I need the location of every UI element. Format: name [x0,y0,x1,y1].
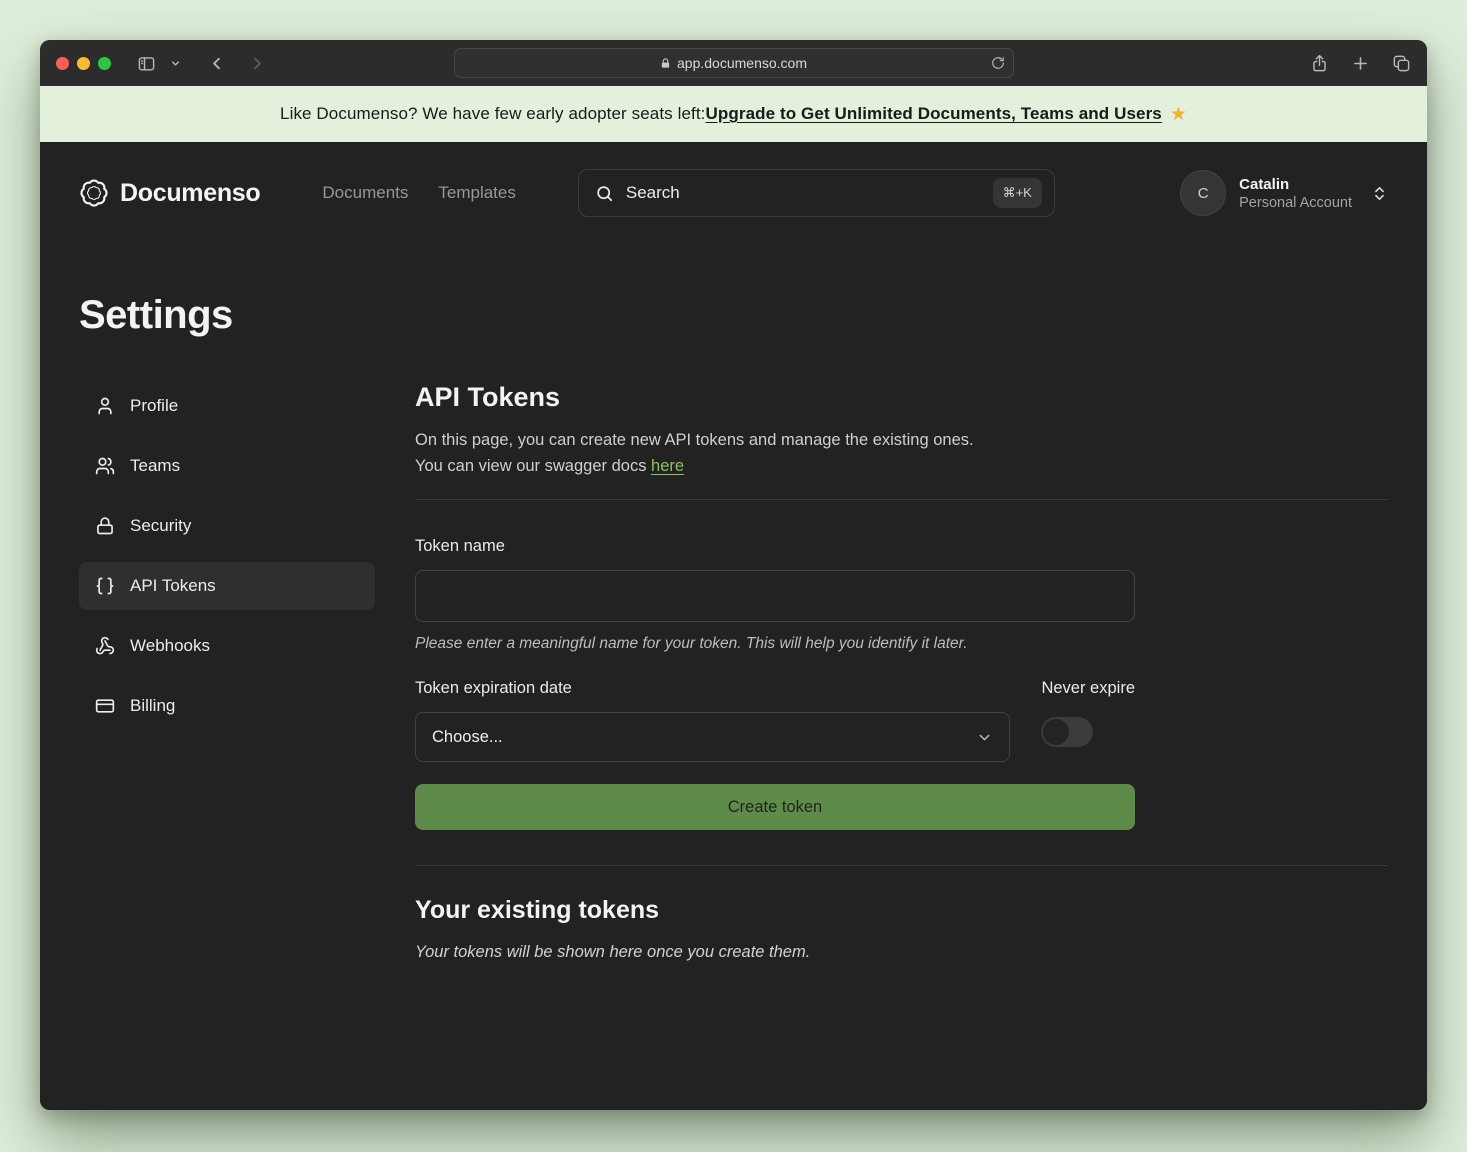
page-title: Settings [79,293,1388,338]
token-name-label: Token name [415,537,1135,556]
sidebar-item-profile[interactable]: Profile [79,382,375,430]
sidebar-item-label: Billing [130,696,175,716]
ssl-lock-icon [660,58,671,69]
nav-documents[interactable]: Documents [322,183,408,203]
new-tab-icon[interactable] [1351,54,1370,73]
expiration-field: Token expiration date Choose... [415,679,1010,762]
app-content: Documenso Documents Templates Search ⌘+K… [40,142,1427,1110]
address-bar[interactable]: app.documenso.com [454,48,1014,78]
toolbar-right-controls [1310,54,1411,73]
section-heading: API Tokens [415,382,1388,413]
divider [415,499,1388,500]
api-tokens-panel: API Tokens On this page, you can create … [415,382,1388,962]
sidebar-item-security[interactable]: Security [79,502,375,550]
users-icon [95,456,115,476]
settings-sidebar: Profile Teams Security [79,382,375,962]
token-name-help: Please enter a meaningful name for your … [415,635,1135,653]
existing-tokens-empty-text: Your tokens will be shown here once you … [415,943,1388,962]
search-shortcut-badge: ⌘+K [993,178,1042,208]
sidebar-item-billing[interactable]: Billing [79,682,375,730]
main-nav: Documents Templates [322,183,515,203]
tab-overview-icon[interactable] [1392,54,1411,73]
zoom-window-button[interactable] [98,57,111,70]
forward-button-icon[interactable] [248,54,267,73]
create-token-form: Token name Please enter a meaningful nam… [415,537,1135,830]
description-line2: You can view our swagger docs [415,457,651,475]
sidebar-item-label: Security [130,516,191,536]
upgrade-link[interactable]: Upgrade to Get Unlimited Documents, Team… [706,104,1162,124]
browser-toolbar: app.documenso.com [40,40,1427,86]
documenso-logo-icon [79,178,109,208]
search-placeholder: Search [626,183,981,203]
brand-logo[interactable]: Documenso [79,178,260,208]
user-name: Catalin [1239,176,1352,193]
never-expire-toggle[interactable] [1041,717,1093,747]
user-account-type: Personal Account [1239,195,1352,211]
existing-tokens-section: Your existing tokens Your tokens will be… [415,896,1388,962]
sidebar-item-label: Teams [130,456,180,476]
expiration-label: Token expiration date [415,679,1010,698]
divider [415,865,1388,866]
account-menu[interactable]: C Catalin Personal Account [1180,170,1388,216]
sidebar-item-label: API Tokens [130,576,216,596]
avatar: C [1180,170,1226,216]
sidebar-item-teams[interactable]: Teams [79,442,375,490]
never-expire-label: Never expire [1041,679,1135,698]
section-description: On this page, you can create new API tok… [415,427,1388,479]
sidebar-menu-chevron-icon[interactable] [170,58,181,69]
user-icon [95,396,115,416]
minimize-window-button[interactable] [77,57,90,70]
swagger-docs-link[interactable]: here [651,457,684,475]
close-window-button[interactable] [56,57,69,70]
sidebar-item-label: Profile [130,396,178,416]
chevron-down-icon [976,729,993,746]
sidebar-item-label: Webhooks [130,636,210,656]
share-icon[interactable] [1310,54,1329,73]
search-input[interactable]: Search ⌘+K [578,169,1055,217]
traffic-lights [56,57,111,70]
app-header: Documenso Documents Templates Search ⌘+K… [79,169,1388,217]
webhook-icon [95,636,115,656]
lock-icon [95,516,115,536]
sidebar-item-api-tokens[interactable]: API Tokens [79,562,375,610]
sidebar-toggle-icon[interactable] [137,54,156,73]
expiration-selected-value: Choose... [432,728,503,747]
back-button-icon[interactable] [207,54,226,73]
url-text: app.documenso.com [677,55,807,71]
expiration-select[interactable]: Choose... [415,712,1010,762]
reload-icon[interactable] [991,56,1005,70]
sidebar-item-webhooks[interactable]: Webhooks [79,622,375,670]
toolbar-left-controls [137,54,267,73]
promo-banner-text: Like Documenso? We have few early adopte… [280,104,706,124]
nav-templates[interactable]: Templates [438,183,515,203]
user-meta: Catalin Personal Account [1239,176,1352,211]
create-token-button[interactable]: Create token [415,784,1135,830]
promo-banner: Like Documenso? We have few early adopte… [40,86,1427,142]
browser-window: app.documenso.com Like Documenso? We hav… [40,40,1427,1110]
toggle-knob [1043,719,1069,745]
description-line1: On this page, you can create new API tok… [415,431,974,449]
credit-card-icon [95,696,115,716]
search-icon [595,184,614,203]
token-name-input[interactable] [415,570,1135,622]
chevrons-up-down-icon [1371,185,1388,202]
star-icon: ★ [1170,103,1187,126]
braces-icon [95,576,115,596]
never-expire-field: Never expire [1041,679,1135,762]
brand-name: Documenso [120,179,260,208]
existing-tokens-heading: Your existing tokens [415,896,1388,925]
